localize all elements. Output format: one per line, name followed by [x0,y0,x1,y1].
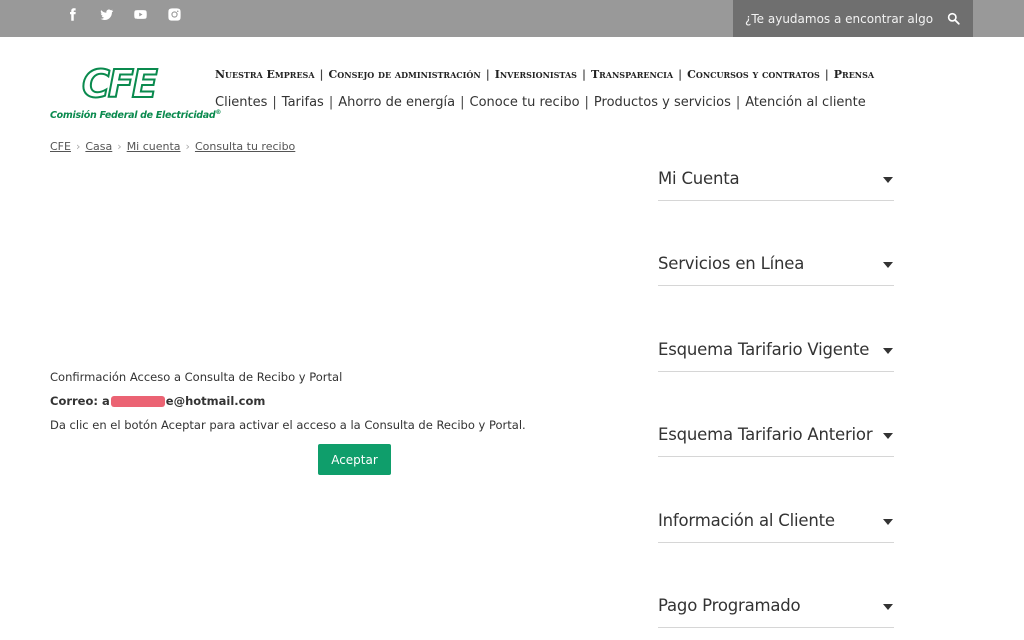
confirmation-title: Confirmación Acceso a Consulta de Recibo… [50,370,343,384]
email-line: Correo: a e@hotmail.com [50,394,265,408]
nav-separator: | [319,68,324,81]
primary-nav: Nuestra Empresa | Consejo de administrac… [215,68,874,81]
twitter-icon[interactable] [96,5,116,23]
chevron-right-icon: › [75,140,81,153]
accordion-label: Pago Programado [658,596,801,615]
accordion-label: Servicios en Línea [658,254,805,273]
nav-separator: | [735,95,741,110]
social-links [62,5,184,23]
accordion-mi-cuenta[interactable]: Mi Cuenta [658,169,894,201]
logo-mark: CFE [81,62,159,106]
breadcrumb-mi-cuenta[interactable]: Mi cuenta [127,140,181,153]
nav-separator: | [581,68,586,81]
breadcrumb-cfe[interactable]: CFE [50,140,71,153]
search-input[interactable] [733,0,933,37]
chevron-right-icon: › [185,140,190,153]
accordion-label: Esquema Tarifario Vigente [658,340,870,359]
nav-separator: | [678,68,683,81]
nav-separator: | [272,95,277,110]
logo-subtitle: Comisión Federal de Electricidad® [50,109,222,122]
accordion-pago-programado[interactable]: Pago Programado [658,596,894,628]
nav-ahorro-energia[interactable]: Ahorro de energía [338,95,455,110]
accordion-esquema-anterior[interactable]: Esquema Tarifario Anterior [658,425,894,457]
top-bar [0,0,1024,37]
caret-down-icon [883,519,893,525]
caret-down-icon [883,262,893,268]
nav-prensa[interactable]: Prensa [834,68,874,81]
cfe-logo[interactable]: CFE Comisión Federal de Electricidad® [50,62,221,122]
caret-down-icon [883,348,893,354]
breadcrumb-casa[interactable]: Casa [85,140,112,153]
email-label: Correo: [50,394,98,408]
accordion-label: Información al Cliente [658,511,835,530]
nav-separator: | [824,68,829,81]
facebook-icon[interactable] [62,5,82,23]
caret-down-icon [883,177,893,183]
breadcrumb-consulta-recibo[interactable]: Consulta tu recibo [195,140,295,153]
nav-conoce-recibo[interactable]: Conoce tu recibo [470,95,580,110]
accept-button[interactable]: Aceptar [318,444,391,475]
email-start: a [102,394,110,408]
caret-down-icon [883,604,893,610]
nav-inversionistas[interactable]: Inversionistas [495,68,577,81]
accordion-servicios-linea[interactable]: Servicios en Línea [658,254,894,286]
youtube-icon[interactable] [130,5,150,23]
nav-separator: | [485,68,490,81]
nav-productos-servicios[interactable]: Productos y servicios [594,95,731,110]
accordion-esquema-vigente[interactable]: Esquema Tarifario Vigente [658,340,894,372]
nav-transparencia[interactable]: Transparencia [591,68,673,81]
nav-separator: | [328,95,334,110]
nav-consejo[interactable]: Consejo de administración [329,68,481,81]
search-box [733,0,973,37]
email-end: e@hotmail.com [165,394,266,408]
nav-clientes[interactable]: Clientes [215,95,267,110]
nav-atencion-cliente[interactable]: Atención al cliente [745,95,866,110]
instructions-text: Da clic en el botón Aceptar para activar… [50,418,526,432]
nav-tarifas[interactable]: Tarifas [282,95,324,110]
accordion-label: Esquema Tarifario Anterior [658,425,873,444]
breadcrumb: CFE › Casa › Mi cuenta › Consulta tu rec… [50,140,295,153]
caret-down-icon [883,433,893,439]
secondary-nav: Clientes | Tarifas | Ahorro de energía |… [215,95,866,110]
search-icon[interactable] [933,0,973,37]
instagram-icon[interactable] [164,5,184,23]
email-redaction [110,396,165,407]
nav-separator: | [584,95,589,110]
nav-concursos[interactable]: Concursos y contratos [687,68,820,81]
nav-nuestra-empresa[interactable]: Nuestra Empresa [215,68,315,81]
chevron-right-icon: › [117,140,122,153]
accordion-label: Mi Cuenta [658,169,740,188]
accordion-informacion-cliente[interactable]: Información al Cliente [658,511,894,543]
nav-separator: | [460,95,465,110]
